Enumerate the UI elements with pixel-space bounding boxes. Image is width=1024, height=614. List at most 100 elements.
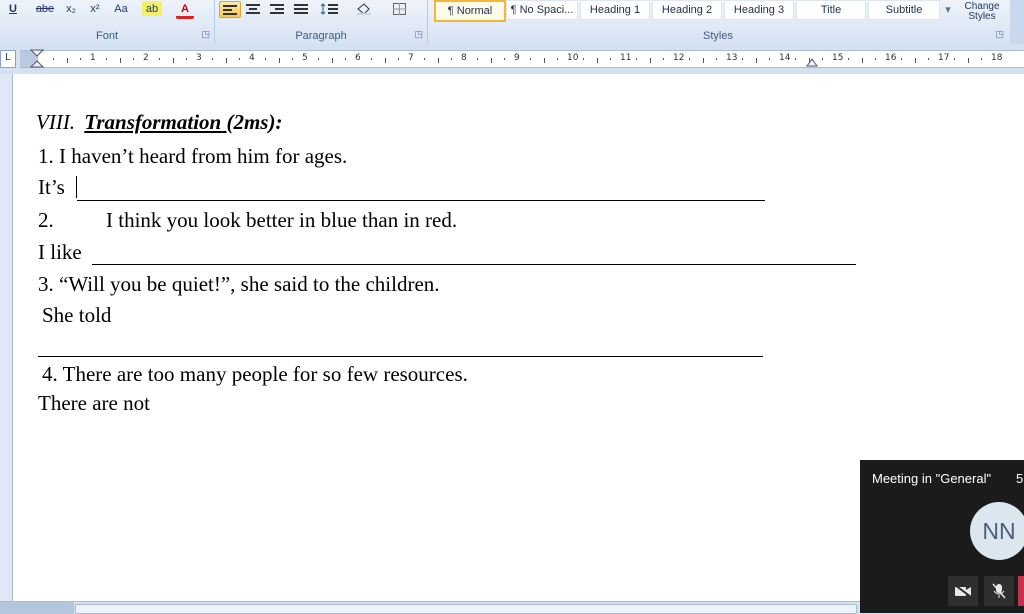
align-right-icon xyxy=(270,3,284,14)
ruler-number: 3 xyxy=(196,53,202,63)
ruler-tick xyxy=(424,58,426,60)
question-2-number: 2. xyxy=(38,208,54,232)
camera-button[interactable] xyxy=(948,576,978,606)
change-case-button[interactable]: Aa xyxy=(110,1,132,16)
align-left-icon xyxy=(223,4,237,15)
right-indent-marker-icon[interactable] xyxy=(806,57,818,67)
ruler-number: 5 xyxy=(302,53,308,63)
borders-button[interactable] xyxy=(387,1,413,16)
answer-3-line[interactable] xyxy=(38,356,763,357)
ruler-tick xyxy=(172,58,174,63)
style-no-spacing[interactable]: ¶ No Spaci... xyxy=(506,0,578,20)
ruler-tick xyxy=(967,58,969,63)
hangup-button[interactable] xyxy=(1018,576,1024,606)
ruler-tick xyxy=(768,58,770,60)
style-normal[interactable]: ¶ Normal xyxy=(434,0,506,22)
ruler-tick xyxy=(79,58,81,60)
ruler-tick xyxy=(954,58,956,60)
align-left-button[interactable] xyxy=(219,1,241,18)
ruler-tick xyxy=(980,58,982,60)
ruler-tick xyxy=(755,58,757,63)
ruler-tick xyxy=(861,58,863,63)
font-group: U abe x₂ x² Aa ab A Font ◳ xyxy=(0,0,215,44)
justify-icon xyxy=(294,3,308,14)
subscript-button[interactable]: x₂ xyxy=(62,1,80,16)
ruler-number: 6 xyxy=(355,53,361,63)
ruler-tick xyxy=(609,58,611,60)
answer-2-prompt: I like xyxy=(38,240,82,264)
question-2: I think you look better in blue than in … xyxy=(106,208,458,232)
ruler-tick xyxy=(53,58,55,60)
vertical-ruler[interactable] xyxy=(0,74,13,601)
ruler-tick xyxy=(649,58,651,63)
styles-more-icon[interactable]: ▾ xyxy=(942,2,954,17)
tab-selector[interactable]: L xyxy=(0,50,16,68)
ruler-tick xyxy=(689,58,691,60)
line-spacing-button[interactable] xyxy=(317,1,343,16)
ruler-tick xyxy=(437,58,439,63)
ruler-tick xyxy=(265,58,267,60)
font-dialog-launcher-icon[interactable]: ◳ xyxy=(201,29,210,40)
indent-marker-icon[interactable] xyxy=(30,49,44,69)
section-heading: VIII. Transformation (2ms): xyxy=(36,110,282,135)
ruler-number: 14 xyxy=(779,53,791,63)
ruler-tick xyxy=(530,58,532,60)
ruler-tick xyxy=(543,58,545,63)
align-center-icon xyxy=(246,3,260,14)
ruler-number: 8 xyxy=(461,53,467,63)
ruler-number: 7 xyxy=(408,53,414,63)
microphone-button[interactable] xyxy=(984,576,1014,606)
heading-title: Transformation xyxy=(84,110,222,134)
superscript-button[interactable]: x² xyxy=(86,1,104,16)
style-heading-3[interactable]: Heading 3 xyxy=(724,0,794,20)
view-buttons-area xyxy=(0,602,74,614)
answer-1-line[interactable] xyxy=(77,200,765,201)
horizontal-ruler[interactable]: 1 2 3 4 5 6 7 8 9 10 11 12 13 14 15 16 17 18 xyxy=(20,49,1024,69)
ribbon-edge xyxy=(1010,0,1024,44)
question-4: 4. There are too many people for so few … xyxy=(42,362,468,386)
video-off-icon xyxy=(954,584,972,598)
ruler-tick xyxy=(119,58,121,63)
ruler-number: 18 xyxy=(991,53,1003,63)
ruler-tick xyxy=(450,58,452,60)
answer-3-prompt: She told xyxy=(42,303,112,327)
ruler-tick xyxy=(742,58,744,60)
styles-dialog-launcher-icon[interactable]: ◳ xyxy=(995,29,1004,40)
ruler-tick xyxy=(596,58,598,63)
style-subtitle[interactable]: Subtitle xyxy=(868,0,940,20)
meeting-time: 5: xyxy=(1016,471,1024,486)
ruler-tick xyxy=(874,58,876,60)
ruler-number: 10 xyxy=(567,53,579,63)
strikethrough-button[interactable]: abe xyxy=(34,1,56,16)
align-right-button[interactable] xyxy=(267,1,287,16)
ruler-number: 12 xyxy=(673,53,685,63)
ruler-tick xyxy=(583,58,585,60)
meeting-window[interactable]: Meeting in "General" 5: NN xyxy=(860,460,1024,613)
ruler-tick xyxy=(278,58,280,63)
heading-marks: (2ms): xyxy=(226,110,283,134)
style-heading-1[interactable]: Heading 1 xyxy=(580,0,650,20)
ruler-tick xyxy=(901,58,903,60)
answer-2-line[interactable] xyxy=(92,264,856,265)
font-color-button[interactable]: A xyxy=(176,1,194,19)
ruler-tick xyxy=(212,58,214,60)
paragraph-group: Paragraph ◳ xyxy=(215,0,428,44)
highlight-button[interactable]: ab xyxy=(142,1,162,16)
ruler-number: 16 xyxy=(885,53,897,63)
ruler-tick xyxy=(159,58,161,60)
align-center-button[interactable] xyxy=(243,1,263,16)
ruler-tick xyxy=(477,58,479,60)
ruler-number: 2 xyxy=(143,53,149,63)
ruler-tick xyxy=(821,58,823,60)
underline-button[interactable]: U xyxy=(4,1,22,16)
shading-button[interactable] xyxy=(351,1,379,16)
paragraph-dialog-launcher-icon[interactable]: ◳ xyxy=(414,29,423,40)
ruler-tick xyxy=(106,58,108,60)
ruler-tick xyxy=(662,58,664,60)
ruler-tick xyxy=(384,58,386,63)
style-title[interactable]: Title xyxy=(796,0,866,20)
style-heading-2[interactable]: Heading 2 xyxy=(652,0,722,20)
ruler-tick xyxy=(291,58,293,60)
justify-button[interactable] xyxy=(291,1,311,16)
change-styles-button[interactable]: Change Styles xyxy=(958,0,1006,24)
